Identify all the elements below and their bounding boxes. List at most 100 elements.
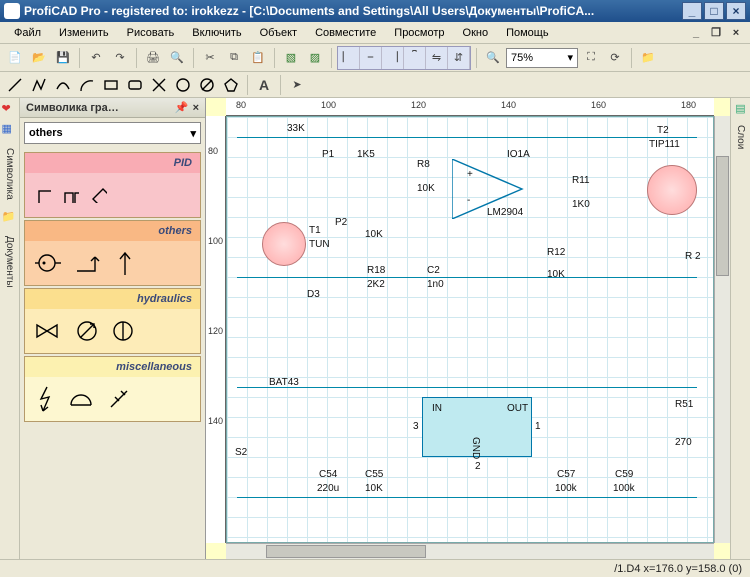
- ruler-vertical: 80 100 120 140: [206, 116, 226, 543]
- hydraulics-symbol-2-icon[interactable]: [75, 319, 99, 343]
- palette-icon[interactable]: ▦: [2, 122, 18, 138]
- open-icon[interactable]: 📂: [28, 47, 50, 69]
- scroll-thumb[interactable]: [266, 545, 426, 558]
- save-icon[interactable]: 💾: [52, 47, 74, 69]
- scrollbar-vertical[interactable]: [714, 116, 730, 543]
- label: BAT43: [269, 377, 299, 388]
- rect-tool-icon[interactable]: [100, 74, 122, 96]
- menu-help[interactable]: Помощь: [498, 25, 557, 41]
- print-preview-icon[interactable]: 🔍: [166, 47, 188, 69]
- close-button[interactable]: ×: [726, 2, 746, 20]
- circle-tool-icon[interactable]: [172, 74, 194, 96]
- label: C59: [615, 469, 633, 480]
- category-icons: [25, 173, 200, 217]
- pin-icon[interactable]: 📌: [175, 101, 189, 114]
- mdi-restore-button[interactable]: ❐: [708, 26, 724, 40]
- misc-symbol-2-icon[interactable]: [67, 389, 95, 409]
- label: 2K2: [367, 279, 385, 290]
- menu-align[interactable]: Совместите: [307, 25, 384, 41]
- pointer-tool-icon[interactable]: ➤: [286, 74, 308, 96]
- flip-h-icon[interactable]: ⇋: [426, 47, 448, 69]
- misc-symbol-3-icon[interactable]: [107, 387, 131, 411]
- zoom-icon[interactable]: 🔍: [482, 47, 504, 69]
- workspace: ❤ ▦ Символика 📁 Документы Символика гра……: [0, 98, 750, 559]
- print-icon[interactable]: 🖨: [142, 47, 164, 69]
- copy-icon[interactable]: ⧉: [223, 47, 245, 69]
- scroll-thumb[interactable]: [716, 156, 729, 276]
- label: GND: [470, 437, 481, 459]
- align-center-icon[interactable]: ⎯: [360, 47, 382, 69]
- scrollbar-horizontal[interactable]: [226, 543, 714, 559]
- undo-icon[interactable]: ↶: [85, 47, 107, 69]
- pid-symbol-1-icon[interactable]: [35, 187, 51, 203]
- insert-picture-icon[interactable]: ▨: [304, 47, 326, 69]
- others-symbol-3-icon[interactable]: [115, 249, 135, 277]
- maximize-button[interactable]: □: [704, 2, 724, 20]
- menu-draw[interactable]: Рисовать: [119, 25, 183, 41]
- schematic-canvas[interactable]: 33K P1 1K5 R8 10K IO1A LM2904 + - R11 1K…: [226, 116, 714, 543]
- category-combo[interactable]: others ▾: [24, 122, 201, 144]
- arc-tool-icon[interactable]: [76, 74, 98, 96]
- others-symbol-2-icon[interactable]: [75, 251, 103, 275]
- category-icons: [25, 377, 200, 421]
- folder-icon[interactable]: 📁: [637, 47, 659, 69]
- mdi-minimize-button[interactable]: _: [688, 26, 704, 40]
- minimize-button[interactable]: _: [682, 2, 702, 20]
- menu-window[interactable]: Окно: [455, 25, 497, 41]
- dock-tab-layers[interactable]: Слои: [733, 119, 748, 155]
- category-others[interactable]: others: [24, 220, 201, 286]
- label: TUN: [309, 239, 330, 250]
- text-tool-icon[interactable]: A: [253, 74, 275, 96]
- label: T2: [657, 125, 669, 136]
- polyline-tool-icon[interactable]: [28, 74, 50, 96]
- category-pid[interactable]: PID: [24, 152, 201, 218]
- redo-icon[interactable]: ↷: [109, 47, 131, 69]
- paste-icon[interactable]: 📋: [247, 47, 269, 69]
- dock-tab-documents[interactable]: Документы: [2, 230, 17, 294]
- zoom-fit-icon[interactable]: ⛶: [580, 47, 602, 69]
- new-icon[interactable]: 📄: [4, 47, 26, 69]
- pid-symbol-2-icon[interactable]: [63, 187, 79, 203]
- align-right-icon[interactable]: ⎹: [382, 47, 404, 69]
- panel-close-icon[interactable]: ×: [193, 102, 199, 114]
- label: LM2904: [487, 207, 523, 218]
- left-dock: ❤ ▦ Символика 📁 Документы: [0, 98, 20, 559]
- category-miscellaneous[interactable]: miscellaneous: [24, 356, 201, 422]
- menu-view[interactable]: Просмотр: [386, 25, 452, 41]
- menu-edit[interactable]: Изменить: [51, 25, 117, 41]
- folder-small-icon[interactable]: 📁: [2, 210, 18, 226]
- dock-tab-symbols[interactable]: Символика: [2, 142, 17, 206]
- category-hydraulics[interactable]: hydraulics: [24, 288, 201, 354]
- align-top-icon[interactable]: ⎴: [404, 47, 426, 69]
- insert-image-icon[interactable]: ▧: [280, 47, 302, 69]
- heart-icon[interactable]: ❤: [2, 102, 18, 118]
- label: +: [467, 169, 473, 180]
- cut-icon[interactable]: ✂: [199, 47, 221, 69]
- menu-file[interactable]: Файл: [6, 25, 49, 41]
- refresh-icon[interactable]: ⟳: [604, 47, 626, 69]
- menu-enable[interactable]: Включить: [184, 25, 249, 41]
- label: 10K: [547, 269, 565, 280]
- others-symbol-1-icon[interactable]: [35, 251, 63, 275]
- align-left-icon[interactable]: ⎸: [338, 47, 360, 69]
- curve-tool-icon[interactable]: [52, 74, 74, 96]
- align-group: ⎸ ⎯ ⎹ ⎴ ⇋ ⇵: [337, 46, 471, 70]
- rrect-tool-icon[interactable]: [124, 74, 146, 96]
- hydraulics-symbol-3-icon[interactable]: [111, 319, 135, 343]
- polygon-tool-icon[interactable]: [220, 74, 242, 96]
- flip-v-icon[interactable]: ⇵: [448, 47, 470, 69]
- layers-icon[interactable]: ▤: [735, 102, 745, 115]
- cross-tool-icon[interactable]: [148, 74, 170, 96]
- main-toolbar: 📄 📂 💾 ↶ ↷ 🖨 🔍 ✂ ⧉ 📋 ▧ ▨ ⎸ ⎯ ⎹ ⎴ ⇋ ⇵ 🔍 75…: [0, 44, 750, 72]
- category-icons: [25, 241, 200, 285]
- label: T1: [309, 225, 321, 236]
- menu-object[interactable]: Объект: [252, 25, 305, 41]
- zoom-select[interactable]: 75% ▾: [506, 48, 578, 68]
- ruler-tick: 160: [591, 100, 606, 110]
- hydraulics-symbol-1-icon[interactable]: [35, 319, 63, 343]
- line-tool-icon[interactable]: [4, 74, 26, 96]
- ellipse-slash-icon[interactable]: [196, 74, 218, 96]
- misc-symbol-1-icon[interactable]: [35, 385, 55, 413]
- pid-symbol-3-icon[interactable]: [91, 187, 107, 203]
- mdi-close-button[interactable]: ×: [728, 26, 744, 40]
